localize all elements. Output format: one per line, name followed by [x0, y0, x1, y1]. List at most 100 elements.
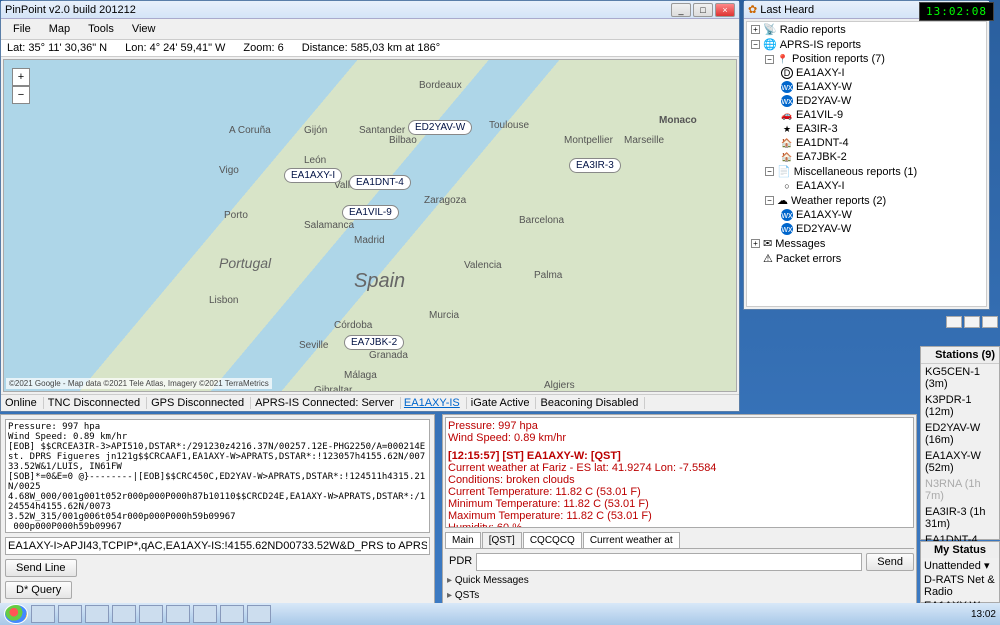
- send-button[interactable]: Send: [866, 553, 914, 571]
- tree-pos-item[interactable]: DEA1AXY-I: [747, 66, 986, 80]
- menu-view[interactable]: View: [124, 21, 164, 37]
- city-palma: Palma: [534, 270, 562, 281]
- city-monaco: Monaco: [659, 115, 697, 126]
- taskbar-item[interactable]: [193, 605, 217, 623]
- taskbar-item[interactable]: [139, 605, 163, 623]
- minimize-button[interactable]: _: [671, 3, 691, 17]
- zoom-in-button[interactable]: +: [12, 68, 30, 86]
- city-toulouse: Toulouse: [489, 120, 529, 131]
- message-input[interactable]: [476, 553, 862, 571]
- packet-log[interactable]: Pressure: 997 hpa Wind Speed: 0.89 km/hr…: [5, 419, 430, 533]
- start-button[interactable]: [4, 604, 28, 624]
- callout-ea3ir[interactable]: EA3IR-3: [569, 158, 621, 173]
- main-title: PinPoint v2.0 build 201212: [5, 4, 671, 16]
- close-button[interactable]: ×: [715, 3, 735, 17]
- map-zoom: Zoom: 6: [243, 42, 283, 54]
- status-online: Online: [5, 397, 44, 409]
- tree-radio-reports[interactable]: +📡Radio reports: [747, 22, 986, 37]
- tab-main[interactable]: Main: [445, 532, 481, 548]
- tree-aprs-reports[interactable]: −🌐APRS-IS reports: [747, 37, 986, 52]
- label-spain: Spain: [354, 270, 405, 293]
- city-murcia: Murcia: [429, 310, 459, 321]
- station-row[interactable]: ED2YAV-W (16m): [921, 420, 999, 448]
- taskbar-item[interactable]: [31, 605, 55, 623]
- tree-misc-item[interactable]: ○EA1AXY-I: [747, 179, 986, 193]
- city-seville: Seville: [299, 340, 328, 351]
- main-win-controls: _ □ ×: [671, 3, 735, 17]
- tree-packet-errors[interactable]: ⚠Packet errors: [747, 251, 986, 266]
- mystatus-unattended[interactable]: Unattended ▾: [921, 558, 999, 573]
- last-heard-title: Last Heard: [760, 4, 921, 16]
- city-granada: Granada: [369, 350, 408, 361]
- send-line-button[interactable]: Send Line: [5, 559, 77, 577]
- system-tray-time[interactable]: 13:02: [971, 609, 996, 620]
- callout-ea7jbk[interactable]: EA7JBK-2: [344, 335, 404, 350]
- mini-restore[interactable]: [964, 316, 980, 328]
- map-lat: Lat: 35° 11' 30,36" N: [7, 42, 107, 54]
- packet-input[interactable]: [5, 537, 430, 555]
- city-gijon: Gijón: [304, 125, 327, 136]
- tree-pos-item[interactable]: ★EA3IR-3: [747, 122, 986, 136]
- tree-pos-item[interactable]: wxEA1AXY-W: [747, 80, 986, 94]
- menu-file[interactable]: File: [5, 21, 39, 37]
- digital-clock: 13:02:08: [919, 2, 994, 21]
- mini-close[interactable]: [982, 316, 998, 328]
- tab-cq[interactable]: CQCQCQ: [523, 532, 582, 548]
- aprs-server-link[interactable]: EA1AXY-IS: [404, 397, 460, 409]
- maximize-button[interactable]: □: [693, 3, 713, 17]
- tree-wx-item[interactable]: wxEA1AXY-W: [747, 208, 986, 222]
- tab-currentwx[interactable]: Current weather at: [583, 532, 680, 548]
- city-malaga: Málaga: [344, 370, 377, 381]
- message-log[interactable]: Pressure: 997 hpa Wind Speed: 0.89 km/hr…: [445, 417, 914, 528]
- mini-minimize[interactable]: [946, 316, 962, 328]
- tab-qst[interactable]: [QST]: [482, 532, 522, 548]
- city-gibraltar: Gibraltar: [314, 385, 352, 392]
- taskbar-item[interactable]: [85, 605, 109, 623]
- taskbar-item[interactable]: [166, 605, 190, 623]
- callout-ea1vil[interactable]: EA1VIL-9: [342, 205, 399, 220]
- taskbar: 13:02: [0, 603, 1000, 625]
- station-row[interactable]: EA3IR-3 (1h 31m): [921, 504, 999, 532]
- packet-log-panel: Pressure: 997 hpa Wind Speed: 0.89 km/hr…: [0, 414, 435, 604]
- status-bar: Online TNC Disconnected GPS Disconnected…: [1, 394, 739, 411]
- taskbar-item[interactable]: [58, 605, 82, 623]
- taskbar-item[interactable]: [247, 605, 271, 623]
- tree-pos-item[interactable]: wxED2YAV-W: [747, 94, 986, 108]
- city-bordeaux: Bordeaux: [419, 80, 462, 91]
- tree-pos-item[interactable]: 🏠EA7JBK-2: [747, 150, 986, 164]
- station-row[interactable]: N3RNA (1h 7m): [921, 476, 999, 504]
- callout-ed2yav[interactable]: ED2YAV-W: [408, 120, 472, 135]
- status-beacon: Beaconing Disabled: [540, 397, 645, 409]
- tree-pos-item[interactable]: 🏠EA1DNT-4: [747, 136, 986, 150]
- menu-tools[interactable]: Tools: [80, 21, 122, 37]
- status-gps: GPS Disconnected: [151, 397, 251, 409]
- label-portugal: Portugal: [219, 255, 271, 271]
- station-row[interactable]: KG5CEN-1 (3m): [921, 364, 999, 392]
- city-montpellier: Montpellier: [564, 135, 613, 146]
- tree-wx-item[interactable]: wxED2YAV-W: [747, 222, 986, 236]
- mystatus-drats: D-RATS Net & Radio: [921, 573, 999, 599]
- station-row[interactable]: EA1AXY-W (52m): [921, 448, 999, 476]
- callout-ea1dnt[interactable]: EA1DNT-4: [349, 175, 411, 190]
- city-algiers: Algiers: [544, 380, 575, 391]
- station-row[interactable]: K3PDR-1 (12m): [921, 392, 999, 420]
- tree-wx-reports[interactable]: −☁Weather reports (2): [747, 193, 986, 208]
- quick-messages-expander[interactable]: Quick Messages: [443, 573, 916, 588]
- menu-map[interactable]: Map: [41, 21, 78, 37]
- tree-pos-item[interactable]: 🚗EA1VIL-9: [747, 108, 986, 122]
- tree-position-reports[interactable]: −📍Position reports (7): [747, 52, 986, 66]
- map-canvas[interactable]: + − Spain Portugal Madrid Lisbon Porto S…: [3, 59, 737, 392]
- qsts-expander[interactable]: QSTs: [443, 588, 916, 603]
- last-heard-tree[interactable]: +📡Radio reports −🌐APRS-IS reports −📍Posi…: [746, 21, 987, 307]
- city-valencia: Valencia: [464, 260, 502, 271]
- main-titlebar[interactable]: PinPoint v2.0 build 201212 _ □ ×: [1, 1, 739, 19]
- zoom-out-button[interactable]: −: [12, 86, 30, 104]
- tree-misc-reports[interactable]: −📄Miscellaneous reports (1): [747, 164, 986, 179]
- callout-ea1axy[interactable]: EA1AXY-I: [284, 168, 342, 183]
- taskbar-item[interactable]: [220, 605, 244, 623]
- d-query-button[interactable]: D* Query: [5, 581, 72, 599]
- tree-messages[interactable]: +✉Messages: [747, 236, 986, 251]
- city-madrid: Madrid: [354, 235, 385, 246]
- city-vigo: Vigo: [219, 165, 239, 176]
- taskbar-item[interactable]: [112, 605, 136, 623]
